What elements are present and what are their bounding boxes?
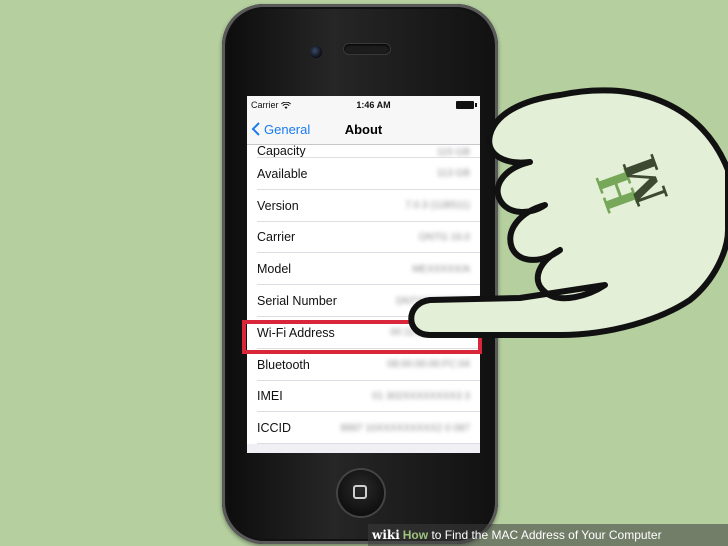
wiki-logo: wiki [372, 528, 400, 542]
caption-bar: wiki How to Find the MAC Address of Your… [368, 524, 728, 546]
caption-how: How [402, 528, 429, 542]
caption-text: to Find the MAC Address of Your Computer [428, 528, 662, 542]
pointing-hand-illustration: H M [408, 87, 728, 338]
